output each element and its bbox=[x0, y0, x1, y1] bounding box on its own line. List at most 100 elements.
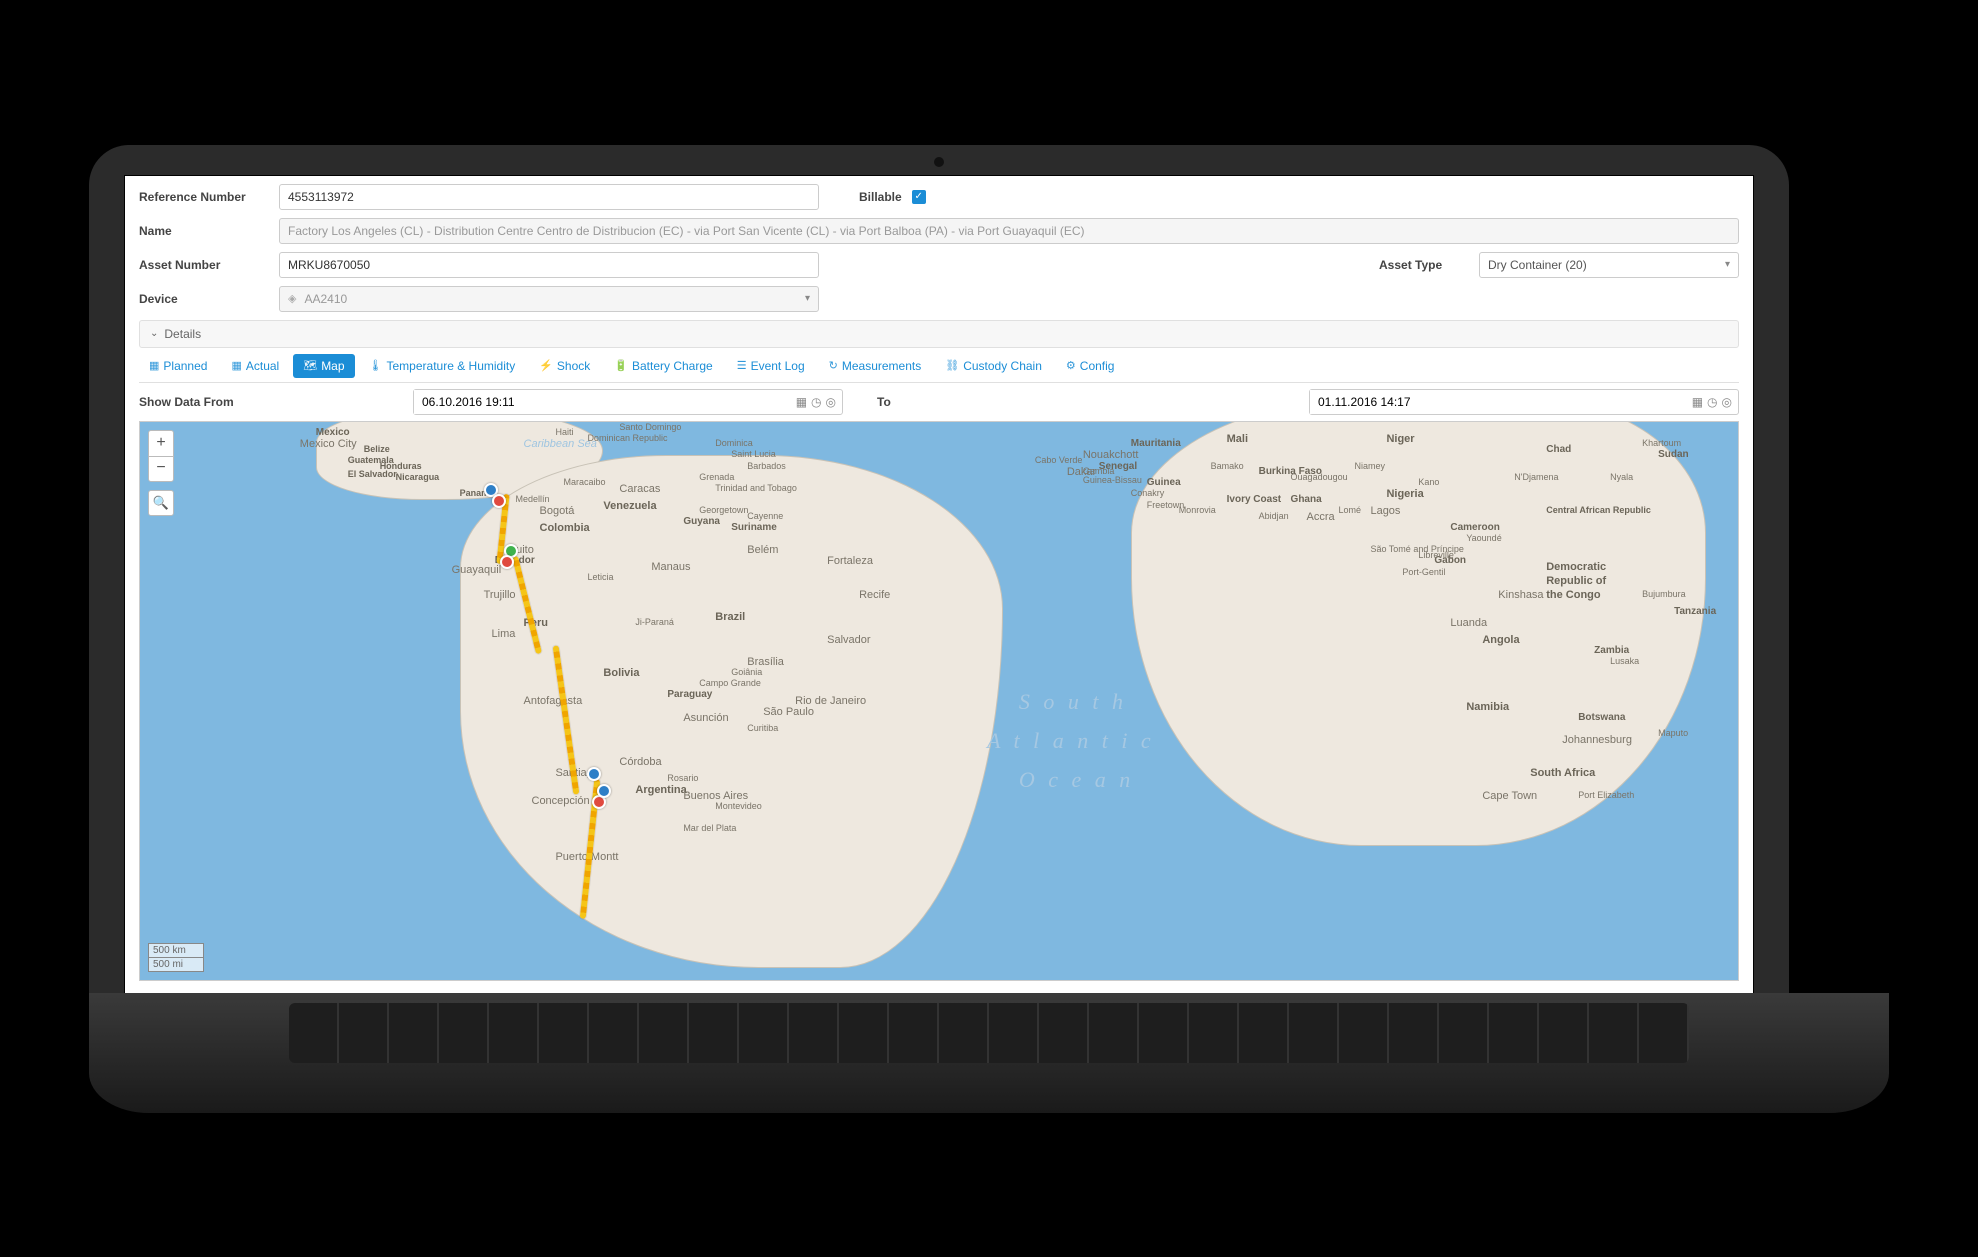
calendar-icon: ▦ bbox=[231, 359, 241, 372]
island-label: Dominica bbox=[715, 438, 753, 448]
city-label: Rio de Janeiro bbox=[795, 695, 866, 707]
reference-number-label: Reference Number bbox=[139, 190, 269, 204]
country-label: Ghana bbox=[1291, 494, 1322, 505]
battery-icon: 🔋 bbox=[614, 359, 628, 372]
asset-type-select[interactable]: Dry Container (20) ▾ bbox=[1479, 252, 1739, 278]
country-label: Guinea bbox=[1147, 477, 1181, 488]
date-from-label: Show Data From bbox=[139, 395, 399, 409]
city-label: Recife bbox=[859, 589, 890, 601]
city-label: Ouagadougou bbox=[1291, 472, 1348, 482]
date-to-input-wrap: ▦ ◷ ◎ bbox=[1309, 389, 1739, 415]
city-label: Antofagasta bbox=[524, 695, 583, 707]
tab-temperature-humidity[interactable]: 🌡Temperature & Humidity bbox=[359, 354, 526, 378]
tab-config[interactable]: ⚙Config bbox=[1056, 354, 1125, 378]
city-label: Mexico City bbox=[300, 438, 357, 450]
date-to-input[interactable] bbox=[1310, 390, 1686, 414]
clock-icon[interactable]: ◷ bbox=[811, 395, 821, 409]
map-icon: 🗺 bbox=[303, 359, 317, 372]
city-label: Lagos bbox=[1370, 505, 1400, 517]
tab-battery-charge[interactable]: 🔋Battery Charge bbox=[604, 354, 722, 378]
city-label: Niamey bbox=[1354, 461, 1385, 471]
country-label: Mali bbox=[1227, 433, 1248, 445]
country-label: Tanzania bbox=[1674, 606, 1716, 617]
app-screen: Reference Number Billable ✓ Name Asset N… bbox=[124, 175, 1754, 995]
calendar-icon[interactable]: ▦ bbox=[1692, 395, 1703, 409]
island-label: Barbados bbox=[747, 461, 786, 471]
map-marker[interactable] bbox=[492, 494, 506, 508]
date-from-input-wrap: ▦ ◷ ◎ bbox=[413, 389, 843, 415]
city-label: Monrovia bbox=[1179, 505, 1216, 515]
asset-number-input[interactable] bbox=[279, 252, 819, 278]
details-toggle[interactable]: ⌄ Details bbox=[139, 320, 1739, 348]
map-search-button[interactable]: 🔍 bbox=[148, 490, 174, 516]
reference-number-input[interactable] bbox=[279, 184, 819, 210]
city-label: Bamako bbox=[1211, 461, 1244, 471]
city-label: Abidjan bbox=[1259, 511, 1289, 521]
city-label: Port-Gentil bbox=[1402, 567, 1445, 577]
target-icon[interactable]: ◎ bbox=[1722, 395, 1732, 409]
zoom-in-button[interactable]: + bbox=[148, 430, 174, 456]
laptop-camera bbox=[934, 157, 944, 167]
city-label: Concepción bbox=[532, 795, 590, 807]
tab-custody-chain[interactable]: ⛓Custody Chain bbox=[935, 354, 1052, 378]
country-label: Angola bbox=[1482, 634, 1519, 646]
country-label: Brazil bbox=[715, 611, 745, 623]
target-icon[interactable]: ◎ bbox=[826, 395, 836, 409]
date-from-input[interactable] bbox=[414, 390, 790, 414]
country-label: Mexico bbox=[316, 427, 350, 438]
tab-measurements[interactable]: ↻Measurements bbox=[819, 354, 932, 378]
country-label: Nigeria bbox=[1386, 488, 1423, 500]
chevron-down-icon: ▾ bbox=[1725, 259, 1730, 270]
country-label: Argentina bbox=[635, 784, 686, 796]
city-label: Kano bbox=[1418, 477, 1439, 487]
tabs: ▦Planned ▦Actual 🗺Map 🌡Temperature & Hum… bbox=[139, 354, 1739, 383]
tab-planned[interactable]: ▦Planned bbox=[139, 354, 217, 378]
thermometer-icon: 🌡 bbox=[369, 359, 383, 372]
country-label: Botswana bbox=[1578, 712, 1625, 723]
list-icon: ☰ bbox=[737, 359, 747, 372]
city-label: Cayenne bbox=[747, 511, 783, 521]
city-label: Nouakchott bbox=[1083, 449, 1139, 461]
name-label: Name bbox=[139, 224, 269, 238]
city-label: Bujumbura bbox=[1642, 589, 1686, 599]
city-label: Medellín bbox=[516, 494, 550, 504]
asset-type-value: Dry Container (20) bbox=[1488, 258, 1587, 272]
country-label: Republic of bbox=[1546, 575, 1606, 587]
country-label: Niger bbox=[1386, 433, 1414, 445]
country-label: Dominican Republic bbox=[587, 433, 667, 443]
country-label: Central African Republic bbox=[1546, 505, 1651, 515]
asset-type-label: Asset Type bbox=[1379, 258, 1469, 272]
map-marker[interactable] bbox=[500, 555, 514, 569]
city-label: Manaus bbox=[651, 561, 690, 573]
calendar-icon[interactable]: ▦ bbox=[796, 395, 807, 409]
tab-event-log[interactable]: ☰Event Log bbox=[727, 354, 815, 378]
country-label: Haiti bbox=[555, 427, 573, 437]
zoom-out-button[interactable]: − bbox=[148, 456, 174, 482]
billable-label: Billable bbox=[859, 190, 902, 204]
name-input bbox=[279, 218, 1739, 244]
city-label: Port Elizabeth bbox=[1578, 790, 1634, 800]
country-label: Cameroon bbox=[1450, 522, 1499, 533]
city-label: Conakry bbox=[1131, 488, 1165, 498]
device-select[interactable]: ◈ AA2410 ▾ bbox=[279, 286, 819, 312]
country-label: the Congo bbox=[1546, 589, 1600, 601]
ocean-label: S o u t h bbox=[1019, 689, 1127, 715]
country-label: Suriname bbox=[731, 522, 777, 533]
city-label: São Tomé and Príncipe bbox=[1370, 544, 1463, 554]
tab-shock[interactable]: ⚡Shock bbox=[529, 354, 600, 378]
tab-map[interactable]: 🗺Map bbox=[293, 354, 354, 378]
city-label: N'Djamena bbox=[1514, 472, 1558, 482]
shock-icon: ⚡ bbox=[539, 359, 553, 372]
billable-checkbox[interactable]: ✓ bbox=[912, 190, 926, 204]
map-view[interactable]: S o u t h A t l a n t i c O c e a n Cari… bbox=[139, 421, 1739, 981]
city-label: Goiânia bbox=[731, 667, 762, 677]
island-label: Grenada bbox=[699, 472, 734, 482]
country-label: Zambia bbox=[1594, 645, 1629, 656]
city-label: Córdoba bbox=[619, 756, 661, 768]
tab-actual[interactable]: ▦Actual bbox=[221, 354, 289, 378]
country-label: Namibia bbox=[1466, 701, 1509, 713]
clock-icon[interactable]: ◷ bbox=[1707, 395, 1717, 409]
country-label: Democratic bbox=[1546, 561, 1606, 573]
city-label: Santo Domingo bbox=[619, 422, 681, 432]
country-label: Guyana bbox=[683, 516, 720, 527]
